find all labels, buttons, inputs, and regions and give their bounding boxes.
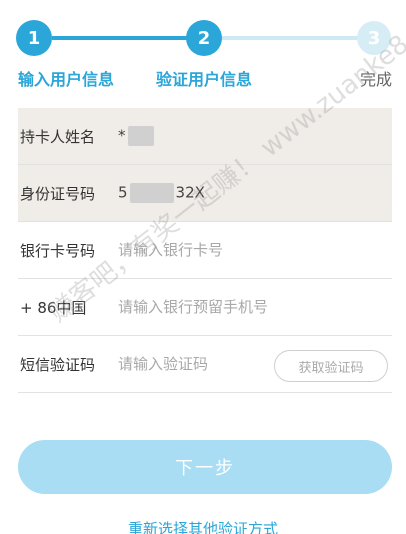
redacted-block (129, 183, 174, 203)
id-number-label: 身份证号码 (20, 184, 96, 203)
step-connector-2 (222, 36, 358, 40)
alt-verification-link[interactable]: 重新选择其他验证方式 (0, 518, 406, 534)
sms-label: 短信验证码 (20, 355, 96, 374)
id-number-prefix: 5 (118, 183, 128, 202)
cardholder-label: 持卡人姓名 (20, 127, 96, 146)
step-2-circle: 2 (186, 20, 222, 56)
bank-card-row: 银行卡号码 (18, 222, 392, 279)
get-code-button[interactable]: 获取验证码 (274, 350, 388, 382)
step-3-circle: 3 (357, 21, 391, 55)
cardholder-value-prefix: * (118, 126, 126, 145)
country-code-label[interactable]: + 86中国 (18, 297, 118, 318)
phone-row: + 86中国 (18, 279, 392, 336)
cardholder-row: 持卡人姓名 * (18, 108, 392, 165)
id-number-row: 身份证号码 5 32X (18, 165, 392, 222)
step-1-label: 输入用户信息 (18, 70, 115, 89)
step-connector-1 (52, 36, 188, 40)
redacted-block (127, 126, 154, 146)
bank-card-label: 银行卡号码 (20, 241, 96, 260)
sms-row: 短信验证码 获取验证码 (18, 336, 392, 393)
step-2-label: 验证用户信息 (156, 70, 253, 89)
sms-code-input[interactable] (118, 355, 268, 373)
cardholder-value: * (118, 126, 156, 146)
stepper: 1 2 3 输入用户信息 验证用户信息 完成 (0, 0, 406, 100)
step-1-circle: 1 (16, 20, 52, 56)
verification-form: 持卡人姓名 * 身份证号码 5 32X 银行卡号码 + 86中国 短信验证码 获取… (18, 108, 392, 393)
id-number-value: 5 32X (118, 183, 205, 203)
next-step-button[interactable]: 下一步 (18, 440, 392, 494)
step-3-label: 完成 (360, 70, 393, 89)
bank-card-input[interactable] (118, 241, 358, 259)
phone-input[interactable] (118, 298, 358, 316)
id-number-suffix: 32X (175, 183, 205, 202)
